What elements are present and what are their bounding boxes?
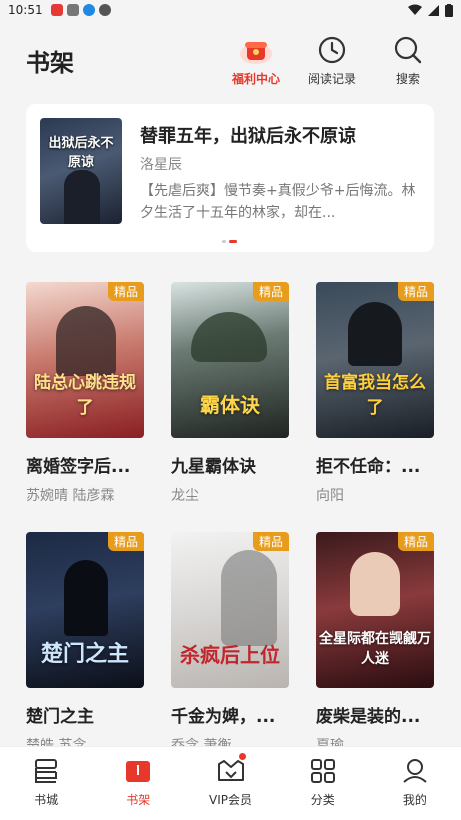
nav-category[interactable]: 分类 — [277, 747, 369, 820]
premium-badge: 精品 — [107, 532, 144, 551]
nav-profile-label: 我的 — [402, 793, 427, 807]
carousel-dot — [222, 240, 226, 243]
notification-dot — [238, 753, 246, 760]
premium-badge: 精品 — [397, 532, 434, 551]
premium-badge: 精品 — [252, 532, 289, 551]
header: 书架 福利中心 阅读记录 搜索 — [0, 28, 461, 92]
book-item[interactable]: 精品 首富我当怎么了 拒不任命：... 向阳 — [316, 282, 434, 505]
cover-figure — [348, 302, 402, 366]
book-cover[interactable]: 精品 全星际都在觊觎万人迷 — [316, 532, 434, 688]
nav-vip[interactable]: VIP会员 — [184, 747, 276, 820]
carousel-dot-active — [229, 240, 237, 243]
battery-icon — [445, 3, 453, 17]
nav-profile[interactable]: 我的 — [369, 747, 461, 820]
book-cover-text: 杀疯后上位 — [180, 643, 280, 667]
premium-badge: 精品 — [397, 282, 434, 301]
gift-icon — [240, 41, 272, 64]
search-label: 搜索 — [395, 71, 420, 86]
nav-bookshelf[interactable]: 书架 — [92, 747, 184, 820]
book-cover-text: 霸体诀 — [200, 393, 260, 417]
bluetooth-notification-icon — [82, 4, 95, 16]
cover-dragon — [191, 312, 267, 362]
welfare-center-label: 福利中心 — [231, 71, 280, 86]
book-cover[interactable]: 精品 陆总心跳违规了 — [26, 282, 144, 438]
book-cover[interactable]: 精品 楚门之主 — [26, 532, 144, 688]
recommend-cover-text: 出狱后永不原谅 — [48, 136, 114, 170]
premium-badge: 精品 — [252, 282, 289, 301]
category-grid-icon — [310, 759, 335, 783]
book-cover-text: 全星际都在觊觎万人迷 — [319, 631, 431, 667]
recommend-title: 替罪五年，出狱后永不原谅 — [140, 126, 356, 147]
nav-bookshelf-label: 书架 — [126, 793, 151, 807]
cover-figure — [64, 170, 100, 224]
carousel-indicator — [222, 240, 237, 243]
book-author: 龙尘 — [171, 488, 199, 504]
book-cover-text: 陆总心跳违规了 — [34, 373, 136, 418]
book-item[interactable]: 精品 霸体诀 九星霸体诀 龙尘 — [171, 282, 289, 505]
book-title: 离婚签字后... — [26, 457, 131, 477]
bookstore-icon — [35, 759, 58, 783]
reading-history-button[interactable]: 阅读记录 — [305, 34, 359, 87]
profile-icon — [403, 759, 427, 783]
cover-figure — [221, 550, 277, 646]
recommend-cover[interactable]: 出狱后永不原谅 — [40, 118, 122, 224]
cat-notification-icon — [66, 4, 79, 16]
book-item[interactable]: 精品 杀疯后上位 千金为婢，... 乔念 萧衡 — [171, 532, 289, 755]
welfare-center-button[interactable]: 福利中心 — [229, 34, 283, 87]
app-notification-icon — [50, 4, 63, 16]
book-title: 九星霸体诀 — [171, 457, 256, 477]
reading-history-label: 阅读记录 — [307, 71, 356, 86]
nav-category-label: 分类 — [310, 793, 335, 807]
book-title: 楚门之主 — [26, 707, 94, 727]
status-bar: 10:51 — [0, 0, 461, 20]
status-time: 10:51 — [8, 3, 43, 17]
book-author: 向阳 — [316, 488, 344, 504]
page-title: 书架 — [26, 48, 74, 77]
book-cover[interactable]: 精品 霸体诀 — [171, 282, 289, 438]
cover-figure — [64, 560, 108, 636]
recommend-author: 洛星辰 — [140, 157, 182, 173]
recommend-description: 【先虐后爽】慢节奏+真假少爷+后悔流。林夕生活了十五年的林家，却在... — [140, 183, 416, 221]
clock-icon — [318, 36, 346, 63]
book-title: 废柴是装的... — [316, 707, 421, 727]
book-item[interactable]: 精品 楚门之主 楚门之主 楚皓 苏念 — [26, 532, 144, 755]
book-title: 千金为婢，... — [171, 707, 276, 727]
wifi-icon — [408, 4, 422, 15]
premium-badge: 精品 — [107, 282, 144, 301]
book-cover[interactable]: 精品 首富我当怎么了 — [316, 282, 434, 438]
nav-bookstore-label: 书城 — [34, 793, 59, 807]
bookshelf-icon — [126, 761, 151, 782]
book-cover-text: 首富我当怎么了 — [324, 373, 426, 418]
book-item[interactable]: 精品 全星际都在觊觎万人迷 废柴是装的... 夏瑜 — [316, 532, 434, 755]
book-item[interactable]: 精品 陆总心跳违规了 离婚签字后... 苏婉晴 陆彦霖 — [26, 282, 144, 505]
book-title: 拒不任命：... — [316, 457, 421, 477]
recommend-card[interactable]: 出狱后永不原谅 替罪五年，出狱后永不原谅 洛星辰 【先虐后爽】慢节奏+真假少爷+… — [26, 104, 434, 252]
vip-crown-icon — [217, 760, 244, 781]
shield-notification-icon — [98, 4, 111, 16]
book-author: 苏婉晴 陆彦霖 — [26, 488, 115, 504]
signal-icon — [428, 4, 439, 16]
book-cover-text: 楚门之主 — [40, 641, 129, 667]
nav-bookstore[interactable]: 书城 — [0, 747, 92, 820]
book-cover[interactable]: 精品 杀疯后上位 — [171, 532, 289, 688]
search-button[interactable]: 搜索 — [381, 34, 435, 87]
search-icon — [394, 36, 422, 63]
bottom-nav: 书城 书架 VIP会员 分类 我的 — [0, 746, 461, 820]
cover-figure — [56, 306, 116, 376]
nav-vip-label: VIP会员 — [209, 793, 252, 807]
cover-figure — [350, 552, 400, 616]
